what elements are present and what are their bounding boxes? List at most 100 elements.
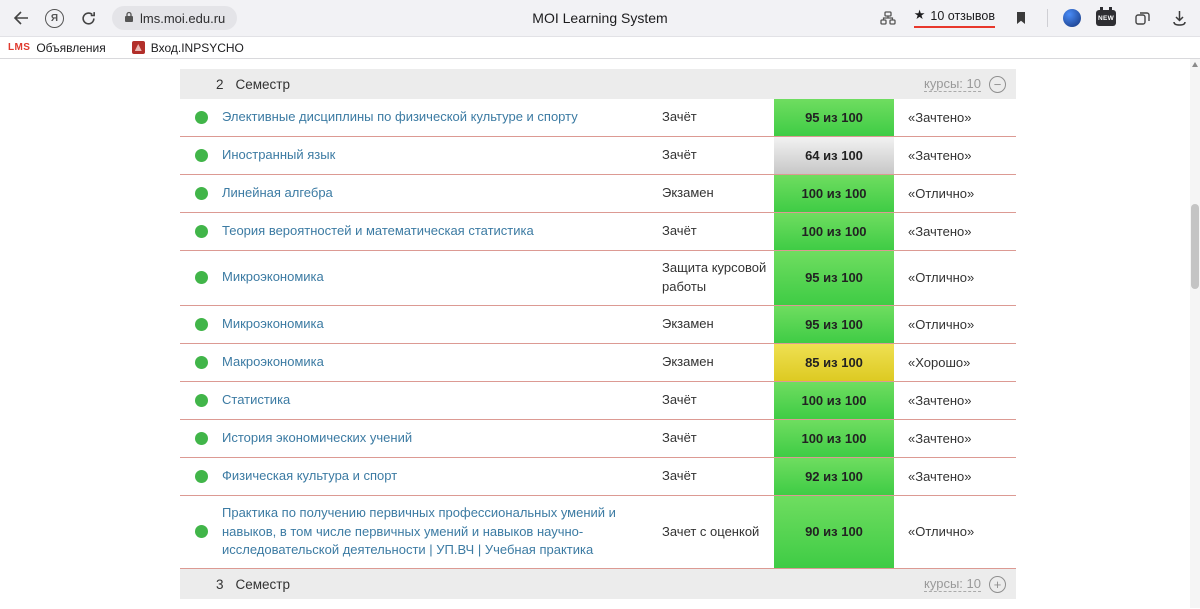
grades-table: 2 Семестр курсы: 10 − Элективные дисципл… [180,59,1016,599]
exam-type: Зачёт [662,420,774,457]
scrollbar-thumb[interactable] [1191,204,1199,289]
status-cell [180,344,222,381]
grade-value: «Зачтено» [894,458,1016,495]
tab-groups-icon[interactable] [1131,7,1153,29]
semester-number: 3 [216,577,224,592]
status-dot-icon [195,356,208,369]
semester-header-3: 3 Семестр курсы: 10 + [180,569,1016,599]
semester-label: Семестр [236,77,291,92]
grade-value: «Хорошо» [894,344,1016,381]
score-cell: 95 из 100 [774,306,894,343]
semester-label: Семестр [236,577,291,592]
status-cell [180,137,222,174]
reviews-rating[interactable]: ★ 10 отзывов [914,8,995,28]
panel-widgets-icon[interactable] [877,7,899,29]
score-cell: 100 из 100 [774,175,894,212]
score-cell: 92 из 100 [774,458,894,495]
exam-type: Экзамен [662,306,774,343]
semester-number: 2 [216,77,224,92]
course-link[interactable]: Макроэкономика [222,353,324,372]
course-link[interactable]: Микроэкономика [222,315,324,334]
course-row: Линейная алгебра Экзамен 100 из 100 «Отл… [180,175,1016,213]
course-link[interactable]: Теория вероятностей и математическая ста… [222,222,534,241]
score-value: 100 из 100 [801,224,866,239]
course-link[interactable]: Иностранный язык [222,146,335,165]
status-dot-icon [195,271,208,284]
status-dot-icon [195,111,208,124]
exam-type: Экзамен [662,175,774,212]
courses-count-link[interactable]: курсы: 10 [924,76,981,92]
browser-chrome: Я lms.moi.edu.ru MOI Learning System ★ 1… [0,0,1200,37]
bookmarks-bar: LMS Объявления Вход.INPSYCHO [0,37,1200,59]
address-bar[interactable]: lms.moi.edu.ru [112,6,237,30]
grade-value: «Зачтено» [894,137,1016,174]
scroll-up-icon[interactable] [1192,62,1198,67]
course-row: Микроэкономика Экзамен 95 из 100 «Отличн… [180,306,1016,344]
score-value: 92 из 100 [805,469,863,484]
refresh-icon[interactable] [77,7,99,29]
course-link[interactable]: Микроэкономика [222,268,324,287]
course-link[interactable]: Практика по получению первичных професси… [222,504,652,561]
status-cell [180,496,222,569]
page-content: 2 Семестр курсы: 10 − Элективные дисципл… [0,59,1200,608]
bookmark-label: Вход.INPSYCHO [151,41,244,55]
score-value: 95 из 100 [805,317,863,332]
grade-value: «Зачтено» [894,213,1016,250]
score-value: 95 из 100 [805,270,863,285]
score-cell: 100 из 100 [774,213,894,250]
score-value: 100 из 100 [801,431,866,446]
downloads-icon[interactable] [1168,7,1190,29]
bookmark-announcements[interactable]: LMS Объявления [8,41,106,55]
score-cell: 95 из 100 [774,99,894,136]
course-link[interactable]: Линейная алгебра [222,184,333,203]
status-cell [180,251,222,305]
expand-semester-icon[interactable]: + [989,576,1006,593]
course-link[interactable]: Статистика [222,391,290,410]
status-cell [180,382,222,419]
course-link[interactable]: История экономических учений [222,429,412,448]
star-icon: ★ [914,8,926,23]
lms-favicon: LMS [8,42,30,53]
course-row: История экономических учений Зачёт 100 и… [180,420,1016,458]
calendar-new-icon[interactable]: NEW [1096,10,1116,26]
semester-header-2: 2 Семестр курсы: 10 − [180,69,1016,99]
score-cell: 95 из 100 [774,251,894,305]
course-row: Теория вероятностей и математическая ста… [180,213,1016,251]
status-cell [180,306,222,343]
profile-avatar-icon[interactable] [1063,9,1081,27]
exam-type: Экзамен [662,344,774,381]
status-cell [180,420,222,457]
status-dot-icon [195,470,208,483]
score-cell: 100 из 100 [774,382,894,419]
score-value: 95 из 100 [805,110,863,125]
score-value: 64 из 100 [805,148,863,163]
course-link[interactable]: Элективные дисциплины по физической куль… [222,108,578,127]
exam-type: Защита курсовой работы [662,251,774,305]
scrollbar-track[interactable] [1190,59,1200,608]
collapse-semester-icon[interactable]: − [989,76,1006,93]
yandex-icon[interactable]: Я [45,9,64,28]
score-cell: 100 из 100 [774,420,894,457]
courses-count-link[interactable]: курсы: 10 [924,576,981,592]
grade-value: «Зачтено» [894,382,1016,419]
score-value: 100 из 100 [801,186,866,201]
course-table-body: Элективные дисциплины по физической куль… [180,99,1016,569]
course-row: Практика по получению первичных професси… [180,496,1016,570]
status-cell [180,175,222,212]
status-dot-icon [195,149,208,162]
score-value: 85 из 100 [805,355,863,370]
bookmark-inpsycho[interactable]: Вход.INPSYCHO [132,41,244,55]
course-link[interactable]: Физическая культура и спорт [222,467,397,486]
course-row: Иностранный язык Зачёт 64 из 100 «Зачтен… [180,137,1016,175]
back-icon[interactable] [10,7,32,29]
course-row: Физическая культура и спорт Зачёт 92 из … [180,458,1016,496]
status-dot-icon [195,187,208,200]
toolbar-divider [1047,9,1048,27]
exam-type: Зачёт [662,99,774,136]
bookmark-icon[interactable] [1010,7,1032,29]
bookmark-label: Объявления [36,41,105,55]
url-text: lms.moi.edu.ru [140,11,225,26]
status-dot-icon [195,225,208,238]
grade-value: «Зачтено» [894,99,1016,136]
course-row: Статистика Зачёт 100 из 100 «Зачтено» [180,382,1016,420]
